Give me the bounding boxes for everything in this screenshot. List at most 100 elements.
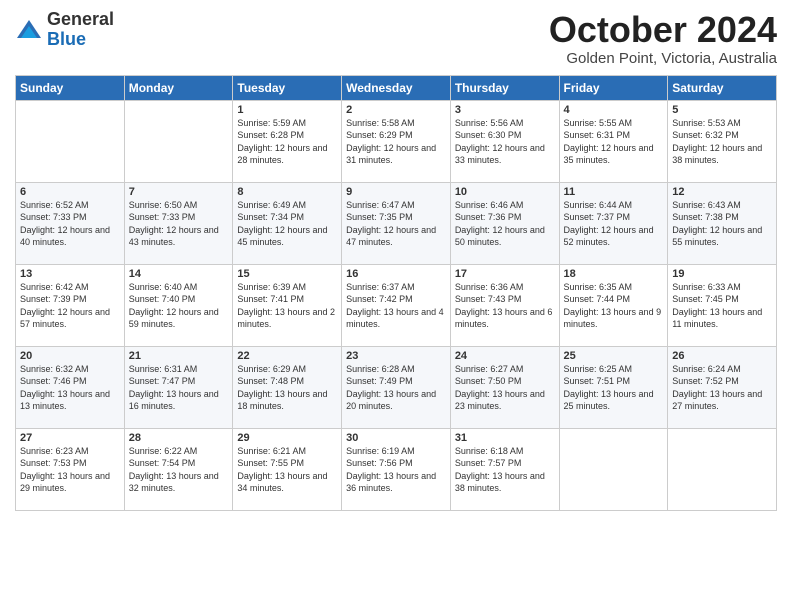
day-cell-2-0: 13Sunrise: 6:42 AM Sunset: 7:39 PM Dayli… xyxy=(16,264,125,346)
logo-general: General xyxy=(47,9,114,29)
week-row-2: 6Sunrise: 6:52 AM Sunset: 7:33 PM Daylig… xyxy=(16,182,777,264)
day-info: Sunrise: 6:18 AM Sunset: 7:57 PM Dayligh… xyxy=(455,445,555,495)
week-row-1: 1Sunrise: 5:59 AM Sunset: 6:28 PM Daylig… xyxy=(16,100,777,182)
day-cell-4-4: 31Sunrise: 6:18 AM Sunset: 7:57 PM Dayli… xyxy=(450,428,559,510)
day-number: 20 xyxy=(20,350,120,362)
day-number: 18 xyxy=(564,268,664,280)
day-info: Sunrise: 6:44 AM Sunset: 7:37 PM Dayligh… xyxy=(564,199,664,249)
day-info: Sunrise: 6:47 AM Sunset: 7:35 PM Dayligh… xyxy=(346,199,446,249)
day-number: 23 xyxy=(346,350,446,362)
day-number: 9 xyxy=(346,186,446,198)
day-number: 4 xyxy=(564,104,664,116)
day-number: 24 xyxy=(455,350,555,362)
day-number: 26 xyxy=(672,350,772,362)
day-info: Sunrise: 6:31 AM Sunset: 7:47 PM Dayligh… xyxy=(129,363,229,413)
day-info: Sunrise: 6:37 AM Sunset: 7:42 PM Dayligh… xyxy=(346,281,446,331)
day-info: Sunrise: 5:58 AM Sunset: 6:29 PM Dayligh… xyxy=(346,117,446,167)
week-row-3: 13Sunrise: 6:42 AM Sunset: 7:39 PM Dayli… xyxy=(16,264,777,346)
day-number: 2 xyxy=(346,104,446,116)
day-number: 15 xyxy=(237,268,337,280)
col-monday: Monday xyxy=(124,75,233,100)
day-cell-2-6: 19Sunrise: 6:33 AM Sunset: 7:45 PM Dayli… xyxy=(668,264,777,346)
day-number: 25 xyxy=(564,350,664,362)
day-cell-1-6: 12Sunrise: 6:43 AM Sunset: 7:38 PM Dayli… xyxy=(668,182,777,264)
day-cell-3-1: 21Sunrise: 6:31 AM Sunset: 7:47 PM Dayli… xyxy=(124,346,233,428)
day-info: Sunrise: 6:32 AM Sunset: 7:46 PM Dayligh… xyxy=(20,363,120,413)
day-cell-3-2: 22Sunrise: 6:29 AM Sunset: 7:48 PM Dayli… xyxy=(233,346,342,428)
day-info: Sunrise: 6:19 AM Sunset: 7:56 PM Dayligh… xyxy=(346,445,446,495)
day-info: Sunrise: 5:59 AM Sunset: 6:28 PM Dayligh… xyxy=(237,117,337,167)
day-cell-0-4: 3Sunrise: 5:56 AM Sunset: 6:30 PM Daylig… xyxy=(450,100,559,182)
day-info: Sunrise: 6:40 AM Sunset: 7:40 PM Dayligh… xyxy=(129,281,229,331)
day-number: 22 xyxy=(237,350,337,362)
day-number: 29 xyxy=(237,432,337,444)
day-cell-4-0: 27Sunrise: 6:23 AM Sunset: 7:53 PM Dayli… xyxy=(16,428,125,510)
title-location: Golden Point, Victoria, Australia xyxy=(549,50,777,67)
day-cell-2-4: 17Sunrise: 6:36 AM Sunset: 7:43 PM Dayli… xyxy=(450,264,559,346)
day-cell-1-1: 7Sunrise: 6:50 AM Sunset: 7:33 PM Daylig… xyxy=(124,182,233,264)
day-info: Sunrise: 5:55 AM Sunset: 6:31 PM Dayligh… xyxy=(564,117,664,167)
day-info: Sunrise: 6:43 AM Sunset: 7:38 PM Dayligh… xyxy=(672,199,772,249)
day-cell-3-5: 25Sunrise: 6:25 AM Sunset: 7:51 PM Dayli… xyxy=(559,346,668,428)
day-info: Sunrise: 6:46 AM Sunset: 7:36 PM Dayligh… xyxy=(455,199,555,249)
day-info: Sunrise: 5:56 AM Sunset: 6:30 PM Dayligh… xyxy=(455,117,555,167)
col-tuesday: Tuesday xyxy=(233,75,342,100)
day-number: 17 xyxy=(455,268,555,280)
day-cell-0-3: 2Sunrise: 5:58 AM Sunset: 6:29 PM Daylig… xyxy=(342,100,451,182)
day-number: 6 xyxy=(20,186,120,198)
col-thursday: Thursday xyxy=(450,75,559,100)
day-number: 30 xyxy=(346,432,446,444)
day-number: 7 xyxy=(129,186,229,198)
logo-icon xyxy=(15,16,43,44)
page: General Blue October 2024 Golden Point, … xyxy=(0,0,792,612)
day-info: Sunrise: 6:28 AM Sunset: 7:49 PM Dayligh… xyxy=(346,363,446,413)
day-number: 5 xyxy=(672,104,772,116)
day-info: Sunrise: 6:42 AM Sunset: 7:39 PM Dayligh… xyxy=(20,281,120,331)
day-info: Sunrise: 6:35 AM Sunset: 7:44 PM Dayligh… xyxy=(564,281,664,331)
day-number: 3 xyxy=(455,104,555,116)
logo: General Blue xyxy=(15,10,114,50)
col-friday: Friday xyxy=(559,75,668,100)
calendar-body: 1Sunrise: 5:59 AM Sunset: 6:28 PM Daylig… xyxy=(16,100,777,510)
day-cell-4-6 xyxy=(668,428,777,510)
col-saturday: Saturday xyxy=(668,75,777,100)
day-info: Sunrise: 6:25 AM Sunset: 7:51 PM Dayligh… xyxy=(564,363,664,413)
day-cell-4-1: 28Sunrise: 6:22 AM Sunset: 7:54 PM Dayli… xyxy=(124,428,233,510)
day-cell-4-2: 29Sunrise: 6:21 AM Sunset: 7:55 PM Dayli… xyxy=(233,428,342,510)
day-info: Sunrise: 6:21 AM Sunset: 7:55 PM Dayligh… xyxy=(237,445,337,495)
day-number: 14 xyxy=(129,268,229,280)
col-sunday: Sunday xyxy=(16,75,125,100)
day-info: Sunrise: 6:29 AM Sunset: 7:48 PM Dayligh… xyxy=(237,363,337,413)
day-info: Sunrise: 6:23 AM Sunset: 7:53 PM Dayligh… xyxy=(20,445,120,495)
day-info: Sunrise: 6:36 AM Sunset: 7:43 PM Dayligh… xyxy=(455,281,555,331)
day-number: 10 xyxy=(455,186,555,198)
day-number: 21 xyxy=(129,350,229,362)
week-row-4: 20Sunrise: 6:32 AM Sunset: 7:46 PM Dayli… xyxy=(16,346,777,428)
day-info: Sunrise: 6:50 AM Sunset: 7:33 PM Dayligh… xyxy=(129,199,229,249)
day-number: 12 xyxy=(672,186,772,198)
day-number: 8 xyxy=(237,186,337,198)
day-info: Sunrise: 6:49 AM Sunset: 7:34 PM Dayligh… xyxy=(237,199,337,249)
day-number: 13 xyxy=(20,268,120,280)
day-number: 19 xyxy=(672,268,772,280)
day-cell-3-0: 20Sunrise: 6:32 AM Sunset: 7:46 PM Dayli… xyxy=(16,346,125,428)
day-cell-0-5: 4Sunrise: 5:55 AM Sunset: 6:31 PM Daylig… xyxy=(559,100,668,182)
day-cell-1-4: 10Sunrise: 6:46 AM Sunset: 7:36 PM Dayli… xyxy=(450,182,559,264)
day-cell-2-1: 14Sunrise: 6:40 AM Sunset: 7:40 PM Dayli… xyxy=(124,264,233,346)
day-info: Sunrise: 6:52 AM Sunset: 7:33 PM Dayligh… xyxy=(20,199,120,249)
day-cell-3-6: 26Sunrise: 6:24 AM Sunset: 7:52 PM Dayli… xyxy=(668,346,777,428)
title-month: October 2024 xyxy=(549,10,777,50)
day-cell-4-5 xyxy=(559,428,668,510)
day-cell-2-3: 16Sunrise: 6:37 AM Sunset: 7:42 PM Dayli… xyxy=(342,264,451,346)
day-cell-3-3: 23Sunrise: 6:28 AM Sunset: 7:49 PM Dayli… xyxy=(342,346,451,428)
day-info: Sunrise: 6:24 AM Sunset: 7:52 PM Dayligh… xyxy=(672,363,772,413)
day-cell-1-0: 6Sunrise: 6:52 AM Sunset: 7:33 PM Daylig… xyxy=(16,182,125,264)
day-cell-0-1 xyxy=(124,100,233,182)
day-cell-2-5: 18Sunrise: 6:35 AM Sunset: 7:44 PM Dayli… xyxy=(559,264,668,346)
day-cell-1-3: 9Sunrise: 6:47 AM Sunset: 7:35 PM Daylig… xyxy=(342,182,451,264)
col-wednesday: Wednesday xyxy=(342,75,451,100)
day-cell-1-5: 11Sunrise: 6:44 AM Sunset: 7:37 PM Dayli… xyxy=(559,182,668,264)
day-cell-3-4: 24Sunrise: 6:27 AM Sunset: 7:50 PM Dayli… xyxy=(450,346,559,428)
day-info: Sunrise: 6:39 AM Sunset: 7:41 PM Dayligh… xyxy=(237,281,337,331)
day-info: Sunrise: 6:33 AM Sunset: 7:45 PM Dayligh… xyxy=(672,281,772,331)
